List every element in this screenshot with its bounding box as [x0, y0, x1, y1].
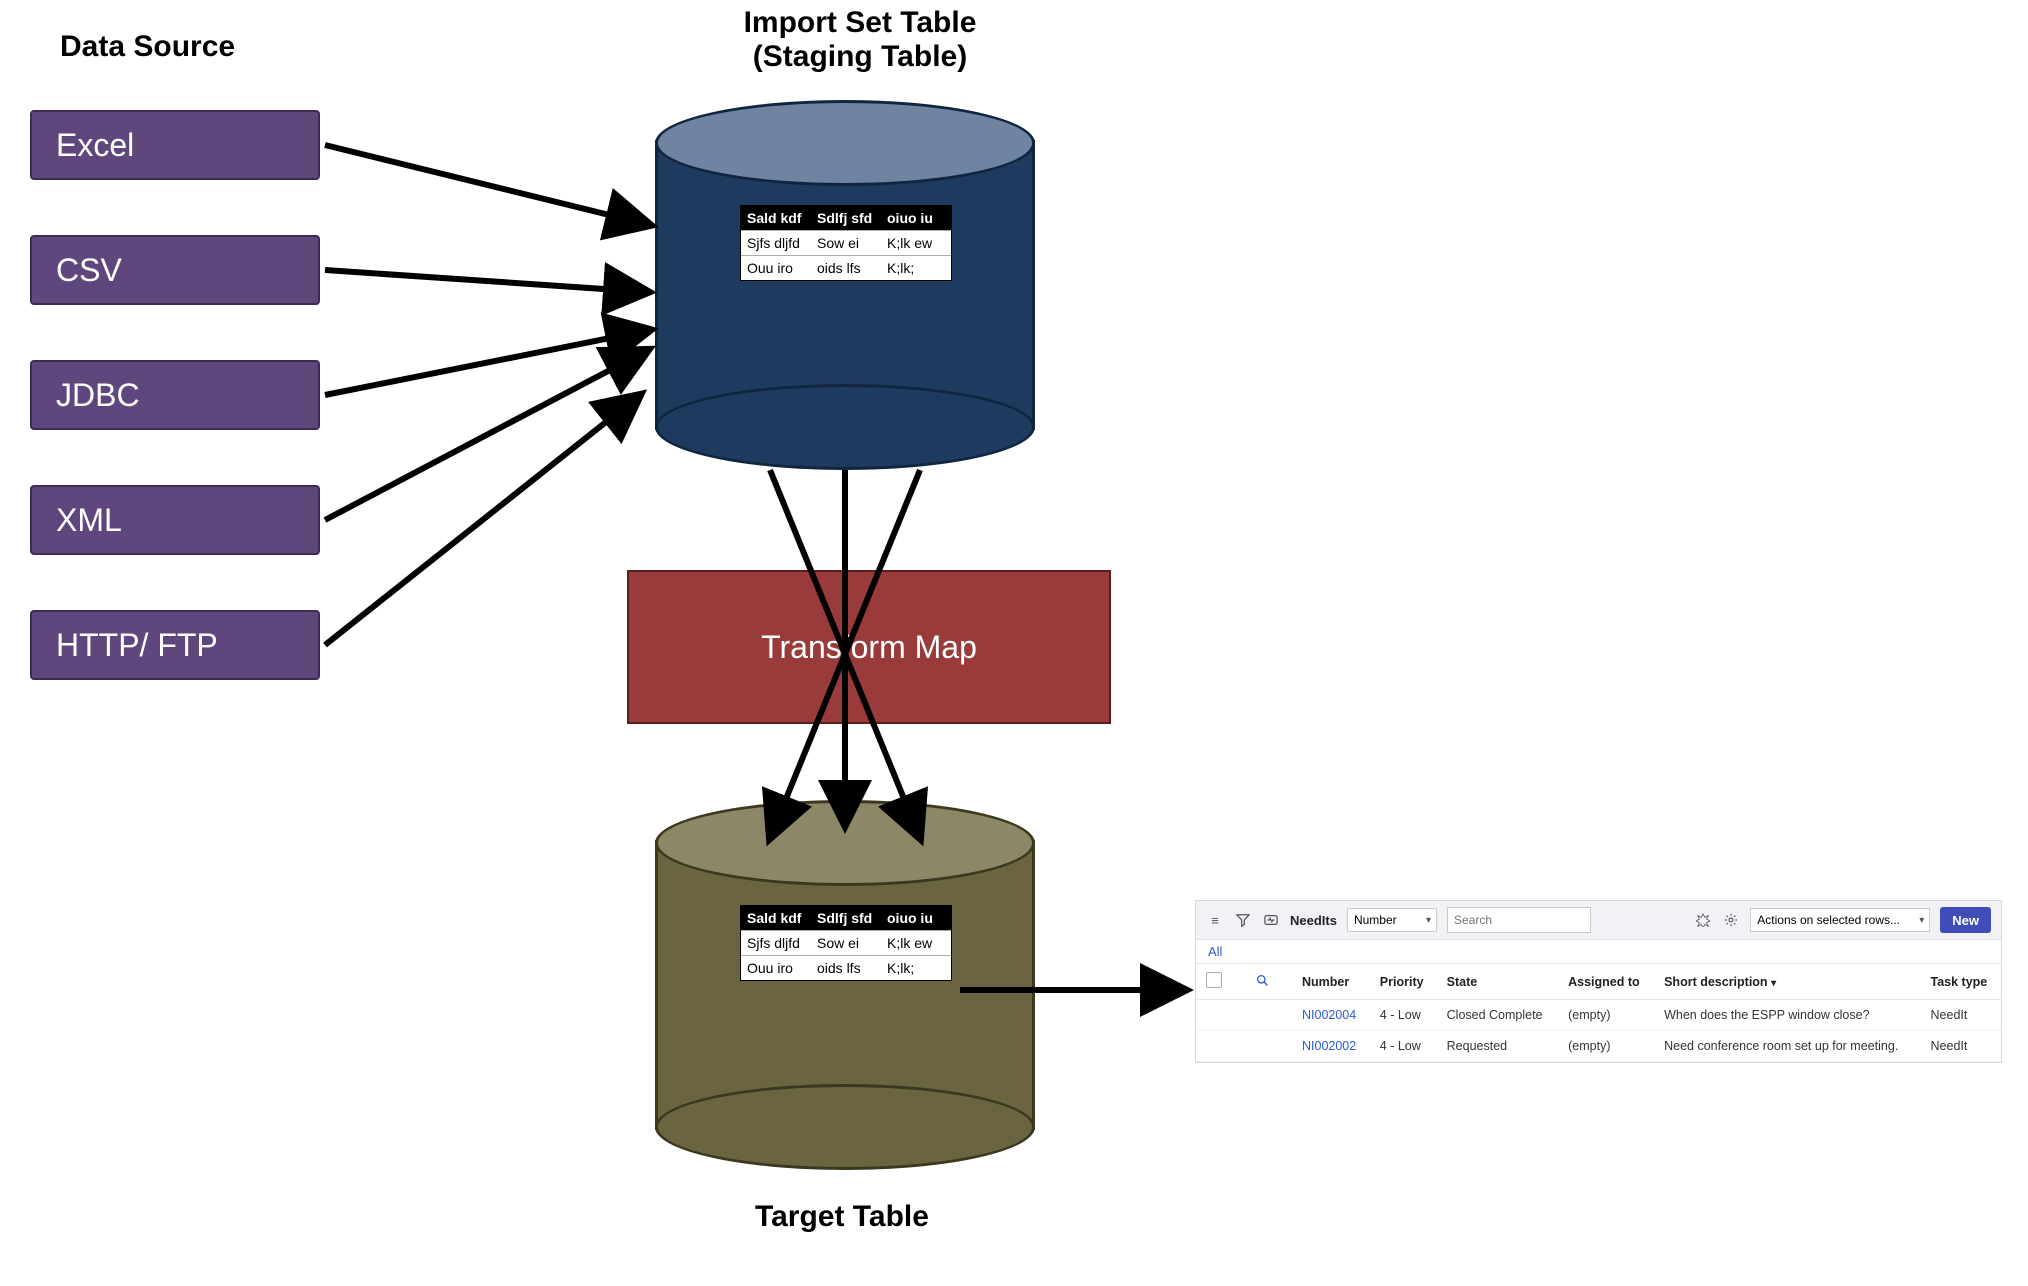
cell-priority: 4 - Low: [1370, 1031, 1437, 1062]
settings-icon[interactable]: [1722, 911, 1740, 929]
table-row[interactable]: NI002002 4 - Low Requested (empty) Need …: [1196, 1031, 2001, 1062]
cell-assigned: (empty): [1558, 1000, 1654, 1031]
import-set-cylinder: [655, 100, 1035, 470]
actions-select[interactable]: Actions on selected rows...: [1750, 908, 1930, 932]
select-all-checkbox[interactable]: [1206, 972, 1222, 988]
source-xml: XML: [30, 485, 320, 555]
mini-td: Ouu iro: [741, 256, 811, 280]
records-table: Number Priority State Assigned to Short …: [1196, 964, 2001, 1062]
activity-icon[interactable]: [1262, 911, 1280, 929]
target-table-cylinder: [655, 800, 1035, 1170]
staging-mini-table: Sald kdf Sdlfj sfd oiuo iu Sjfs dljfd So…: [740, 205, 952, 281]
cell-state: Requested: [1437, 1031, 1558, 1062]
mini-th: Sdlfj sfd: [811, 906, 881, 930]
filter-icon[interactable]: [1234, 911, 1252, 929]
col-number[interactable]: Number: [1292, 964, 1370, 1000]
mini-td: Sjfs dljfd: [741, 231, 811, 255]
mini-td: K;lk ew: [881, 231, 951, 255]
mini-td: Sow ei: [811, 931, 881, 955]
search-input[interactable]: [1447, 907, 1591, 933]
cell-task: NeedIt: [1921, 1000, 2001, 1031]
source-csv: CSV: [30, 235, 320, 305]
source-jdbc: JDBC: [30, 360, 320, 430]
sort-indicator-icon: ▾: [1771, 978, 1776, 989]
import-set-line1: Import Set Table: [700, 6, 1020, 40]
list-toolbar: ≡ NeedIts Number Actions on selected row…: [1196, 901, 2001, 940]
mini-td: Ouu iro: [741, 956, 811, 980]
mini-td: K;lk;: [881, 256, 951, 280]
cell-desc: Need conference room set up for meeting.: [1654, 1031, 1920, 1062]
filter-breadcrumb-all[interactable]: All: [1196, 940, 2001, 964]
mini-td: oids lfs: [811, 256, 881, 280]
search-icon[interactable]: [1256, 976, 1269, 990]
source-excel: Excel: [30, 110, 320, 180]
mini-td: K;lk;: [881, 956, 951, 980]
col-priority[interactable]: Priority: [1370, 964, 1437, 1000]
target-table-heading: Target Table: [755, 1200, 929, 1234]
table-row[interactable]: NI002004 4 - Low Closed Complete (empty)…: [1196, 1000, 2001, 1031]
record-number-link[interactable]: NI002002: [1292, 1031, 1370, 1062]
mini-th: Sald kdf: [741, 906, 811, 930]
mini-td: Sjfs dljfd: [741, 931, 811, 955]
list-title: NeedIts: [1290, 913, 1337, 928]
records-list-view: ≡ NeedIts Number Actions on selected row…: [1195, 900, 2002, 1063]
col-assigned[interactable]: Assigned to: [1558, 964, 1654, 1000]
record-number-link[interactable]: NI002004: [1292, 1000, 1370, 1031]
source-http-ftp: HTTP/ FTP: [30, 610, 320, 680]
import-set-heading: Import Set Table (Staging Table): [700, 6, 1020, 74]
target-mini-table: Sald kdf Sdlfj sfd oiuo iu Sjfs dljfd So…: [740, 905, 952, 981]
menu-icon[interactable]: ≡: [1206, 911, 1224, 929]
mini-td: K;lk ew: [881, 931, 951, 955]
col-state[interactable]: State: [1437, 964, 1558, 1000]
mini-th: Sdlfj sfd: [811, 206, 881, 230]
mini-td: oids lfs: [811, 956, 881, 980]
mini-th: oiuo iu: [881, 206, 951, 230]
search-field-select[interactable]: Number: [1347, 908, 1437, 932]
col-tasktype[interactable]: Task type: [1921, 964, 2001, 1000]
import-set-line2: (Staging Table): [700, 40, 1020, 74]
cell-desc: When does the ESPP window close?: [1654, 1000, 1920, 1031]
cell-priority: 4 - Low: [1370, 1000, 1437, 1031]
cell-state: Closed Complete: [1437, 1000, 1558, 1031]
personalize-icon[interactable]: [1694, 911, 1712, 929]
col-shortdesc[interactable]: Short description ▾: [1654, 964, 1920, 1000]
data-source-heading: Data Source: [60, 30, 235, 64]
mini-td: Sow ei: [811, 231, 881, 255]
new-button[interactable]: New: [1940, 907, 1991, 933]
cell-task: NeedIt: [1921, 1031, 2001, 1062]
cell-assigned: (empty): [1558, 1031, 1654, 1062]
mini-th: oiuo iu: [881, 906, 951, 930]
mini-th: Sald kdf: [741, 206, 811, 230]
transform-map-box: Transform Map: [627, 570, 1111, 724]
